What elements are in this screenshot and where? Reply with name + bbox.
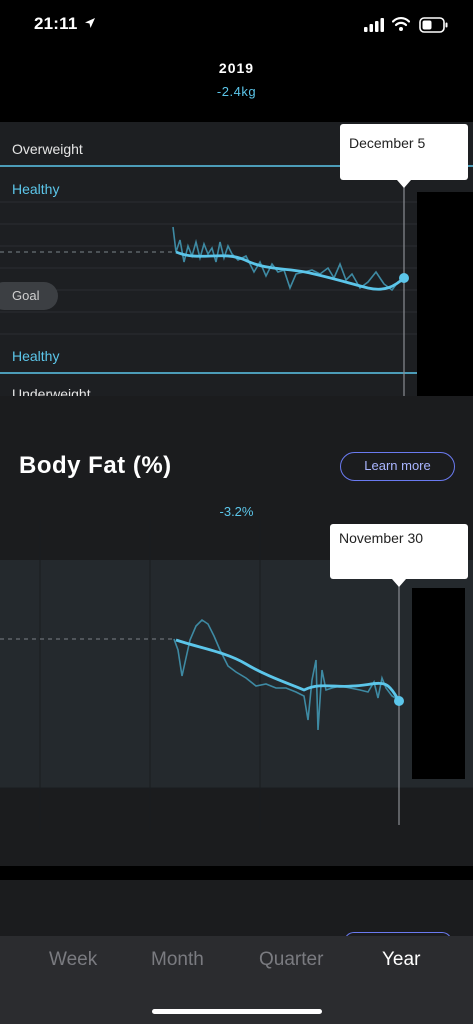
tab-quarter[interactable]: Quarter — [259, 949, 323, 971]
next-metric-card — [0, 880, 473, 940]
weight-trend-series — [175, 250, 405, 291]
body-fat-change-label: -3.2% — [219, 504, 254, 519]
weight-current-point — [399, 273, 409, 283]
period-year-label: 2019 — [218, 60, 255, 76]
body-fat-title: Body Fat (%) — [19, 452, 172, 479]
goal-label[interactable]: Goal — [0, 282, 58, 310]
zone-label-healthy: Healthy — [12, 181, 60, 197]
body-fat-date-tooltip: November 30 — [330, 524, 468, 579]
wifi-icon — [392, 17, 410, 31]
tab-week[interactable]: Week — [49, 949, 97, 971]
learn-more-button[interactable]: Learn more — [340, 452, 455, 481]
battery-icon — [419, 17, 448, 33]
body-fat-current-point — [394, 696, 404, 706]
tab-month[interactable]: Month — [151, 949, 204, 971]
home-indicator[interactable] — [152, 1009, 322, 1014]
weight-tooltip-arrow — [397, 180, 411, 188]
body-fat-tooltip-arrow — [392, 579, 406, 587]
zone-label-overweight: Overweight — [12, 141, 83, 157]
status-time: 21:11 — [34, 14, 78, 33]
cellular-signal-icon — [364, 18, 384, 32]
redacted-block-bf — [412, 588, 465, 779]
weight-change-label: -2.4kg — [216, 84, 257, 99]
body-fat-tooltip-date: November 30 — [339, 530, 424, 546]
weight-date-tooltip: December 5 — [340, 124, 468, 180]
weight-tooltip-date: December 5 — [349, 135, 426, 151]
zone-label-healthy-lower: Healthy — [12, 348, 60, 364]
redacted-block — [417, 192, 473, 396]
tab-year[interactable]: Year — [382, 949, 420, 971]
location-arrow-icon — [85, 18, 95, 28]
weight-raw-series — [172, 226, 405, 292]
zone-label-underweight: Underweight — [12, 386, 91, 396]
